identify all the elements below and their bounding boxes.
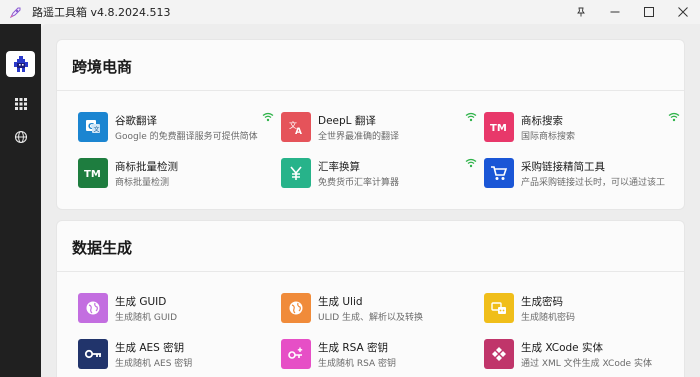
tool-name: 生成 Ulid bbox=[318, 296, 363, 308]
tool-trademark-batch[interactable]: TM 商标批量检测 商标批量检测 bbox=[78, 156, 274, 190]
section-title: 跨境电商 bbox=[72, 58, 133, 76]
tool-generate-xcode-entity[interactable]: 生成 XCode 实体 通过 XML 文件生成 XCode 实体 bbox=[484, 337, 680, 371]
tool-purchase-link[interactable]: 采购链接精简工具 产品采购链接过长时，可以通过该工 bbox=[484, 156, 680, 190]
tool-name: 汇率换算 bbox=[318, 161, 360, 173]
tool-name: 谷歌翻译 bbox=[115, 115, 157, 127]
yen-icon bbox=[281, 158, 311, 188]
tool-desc: 通过 XML 文件生成 XCode 实体 bbox=[521, 359, 652, 369]
tool-desc: 国际商标搜索 bbox=[521, 132, 576, 142]
tool-name: 生成密码 bbox=[521, 296, 563, 308]
section-title: 数据生成 bbox=[72, 239, 133, 257]
key-plus-icon bbox=[281, 339, 311, 369]
tool-name: 生成 GUID bbox=[115, 296, 167, 308]
minimize-button[interactable] bbox=[598, 0, 632, 24]
tool-generate-aes-key[interactable]: 生成 AES 密钥 生成随机 AES 密钥 bbox=[78, 337, 274, 371]
tool-desc: 生成随机 RSA 密钥 bbox=[318, 359, 397, 369]
tool-desc: 生成随机密码 bbox=[521, 313, 576, 323]
sidebar-item-apps[interactable] bbox=[6, 91, 35, 117]
tool-google-translate[interactable]: G 文 谷歌翻译 Google 的免费翻译服务可提供简体 bbox=[78, 110, 274, 144]
maximize-button[interactable] bbox=[632, 0, 666, 24]
tool-desc: 生成随机 GUID bbox=[115, 313, 178, 323]
cart-icon bbox=[484, 158, 514, 188]
diamond-icon bbox=[484, 339, 514, 369]
main-content: 跨境电商 G 文 谷歌翻译 Google 的免费翻译服务可提供简体 文 A De… bbox=[41, 24, 700, 377]
globe-icon bbox=[78, 293, 108, 323]
google-translate-icon: G 文 bbox=[78, 112, 108, 142]
tool-trademark-search[interactable]: TM 商标搜索 国际商标搜索 bbox=[484, 110, 680, 144]
divider bbox=[57, 271, 684, 272]
wifi-icon bbox=[465, 158, 477, 168]
tool-desc: 商标批量检测 bbox=[115, 178, 170, 188]
maximize-icon bbox=[644, 7, 654, 17]
tool-generate-ulid[interactable]: 生成 Ulid ULID 生成、解析以及转换 bbox=[281, 291, 477, 325]
minimize-icon bbox=[610, 11, 620, 13]
tool-desc: 全世界最准确的翻译 bbox=[318, 132, 400, 142]
pin-button[interactable] bbox=[564, 0, 598, 24]
tool-desc: 生成随机 AES 密钥 bbox=[115, 359, 193, 369]
tm-icon: TM bbox=[484, 112, 514, 142]
tool-name: 商标批量检测 bbox=[115, 161, 178, 173]
sidebar-item-web[interactable] bbox=[6, 124, 35, 150]
tool-exchange-rate[interactable]: 汇率换算 免费货币汇率计算器 bbox=[281, 156, 477, 190]
window-title: 路遥工具箱 v4.8.2024.513 bbox=[32, 6, 171, 19]
wifi-icon bbox=[668, 112, 680, 122]
tool-generate-password[interactable]: 生成密码 生成随机密码 bbox=[484, 291, 680, 325]
tool-generate-rsa-key[interactable]: 生成 RSA 密钥 生成随机 RSA 密钥 bbox=[281, 337, 477, 371]
tm-icon: TM bbox=[78, 158, 108, 188]
rocket-logo-icon bbox=[8, 5, 22, 19]
sidebar-item-home[interactable] bbox=[6, 51, 35, 77]
tool-name: 采购链接精简工具 bbox=[521, 161, 605, 173]
close-icon bbox=[678, 7, 688, 17]
tool-generate-guid[interactable]: 生成 GUID 生成随机 GUID bbox=[78, 291, 274, 325]
svg-text:文: 文 bbox=[94, 126, 100, 134]
svg-text:TM: TM bbox=[84, 169, 101, 180]
tool-name: 生成 RSA 密钥 bbox=[318, 342, 389, 354]
wifi-icon bbox=[465, 112, 477, 122]
app-avatar-icon bbox=[10, 54, 31, 74]
title-bar: 路遥工具箱 v4.8.2024.513 bbox=[0, 0, 700, 24]
tool-desc: 产品采购链接过长时，可以通过该工 bbox=[521, 178, 666, 188]
globe-icon bbox=[14, 130, 27, 144]
tool-name: 生成 AES 密钥 bbox=[115, 342, 185, 354]
pin-icon bbox=[577, 7, 585, 17]
divider bbox=[57, 90, 684, 91]
sidebar bbox=[0, 24, 41, 377]
tool-desc: 免费货币汇率计算器 bbox=[318, 178, 400, 188]
wifi-icon bbox=[262, 112, 274, 122]
tool-desc: Google 的免费翻译服务可提供简体 bbox=[115, 132, 258, 142]
tool-name: DeepL 翻译 bbox=[318, 115, 376, 127]
key-icon bbox=[78, 339, 108, 369]
section-data-generation: 数据生成 生成 GUID 生成随机 GUID 生成 Ulid ULID 生成、解… bbox=[56, 220, 685, 377]
tool-desc: ULID 生成、解析以及转换 bbox=[318, 313, 424, 323]
tool-name: 商标搜索 bbox=[521, 115, 563, 127]
grid-icon bbox=[14, 98, 27, 110]
tool-deepl-translate[interactable]: 文 A DeepL 翻译 全世界最准确的翻译 bbox=[281, 110, 477, 144]
globe-icon bbox=[281, 293, 311, 323]
svg-text:A: A bbox=[295, 127, 302, 136]
password-icon bbox=[484, 293, 514, 323]
close-button[interactable] bbox=[666, 0, 700, 24]
translate-icon: 文 A bbox=[281, 112, 311, 142]
section-cross-border: 跨境电商 G 文 谷歌翻译 Google 的免费翻译服务可提供简体 文 A De… bbox=[56, 39, 685, 210]
tool-name: 生成 XCode 实体 bbox=[521, 342, 603, 354]
svg-text:TM: TM bbox=[490, 123, 507, 134]
